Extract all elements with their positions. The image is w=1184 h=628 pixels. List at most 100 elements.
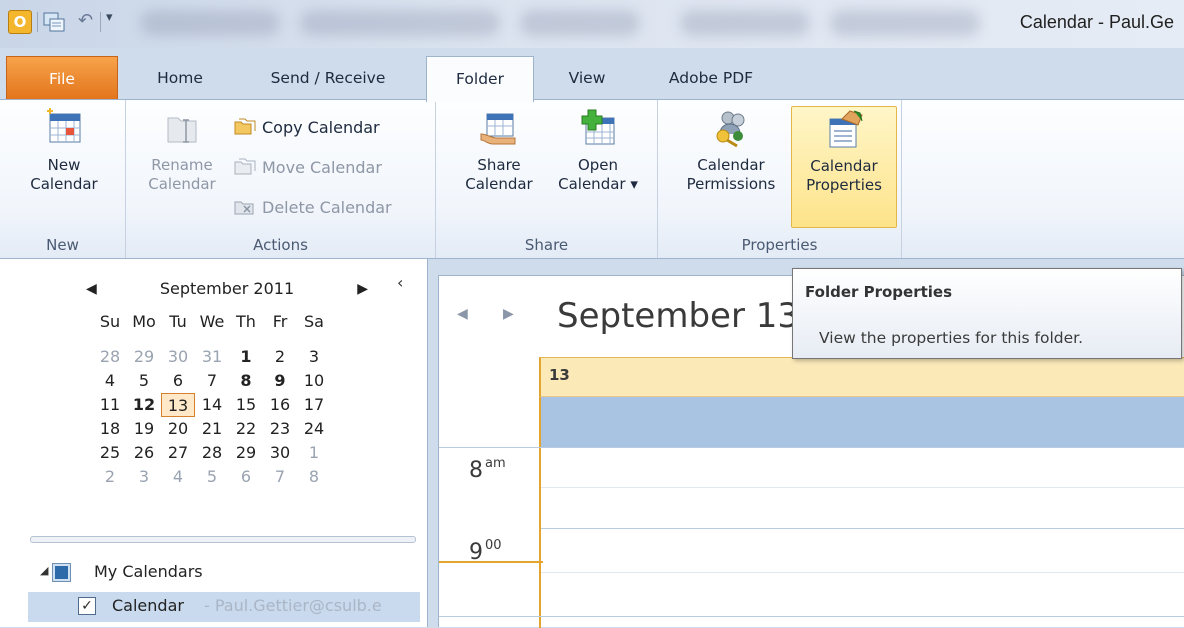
hour-gridline [541,528,1184,529]
calendar-day[interactable]: 1 [297,441,331,465]
next-month-icon[interactable]: ▶ [357,281,368,297]
tab-send-receive[interactable]: Send / Receive [248,56,408,100]
calendar-day[interactable]: 10 [297,369,331,393]
ribbon-group-actions: Rename Calendar Copy Calendar Move Calen… [126,100,436,258]
month-title: September 2011 [159,279,295,298]
calendar-day[interactable]: 30 [263,441,297,465]
calendar-day[interactable]: 22 [229,417,263,441]
calendar-day[interactable]: 6 [161,369,195,393]
tab-file[interactable]: File [6,56,118,100]
calendar-day[interactable]: 14 [195,393,229,417]
share-calendar-label-1: Share [477,156,521,174]
calendar-day[interactable]: 28 [93,345,127,369]
calendar-day[interactable]: 19 [127,417,161,441]
tab-home[interactable]: Home [140,56,220,100]
calendar-day[interactable]: 25 [93,441,127,465]
expand-triangle-icon[interactable]: ◢ [40,564,48,577]
calendar-day[interactable]: 1 [229,345,263,369]
group-label-new: New [46,236,79,254]
calendar-day[interactable]: 23 [263,417,297,441]
calendar-day[interactable]: 20 [161,417,195,441]
pane-splitter[interactable] [30,536,416,543]
rename-calendar-icon [162,108,202,148]
title-bar: O ↶ ▾ Calendar - Paul.Ge [0,0,1184,48]
window-title: Calendar - Paul.Ge [1019,12,1174,32]
ribbon-group-properties: Calendar Permissions Calendar Properties… [658,100,902,258]
new-calendar-button[interactable]: New Calendar [14,108,114,194]
calendar-day[interactable]: 21 [195,417,229,441]
calendar-day[interactable]: 7 [195,369,229,393]
calendar-day[interactable]: 26 [127,441,161,465]
calendar-day[interactable]: 4 [93,369,127,393]
hour-gridline [439,447,1184,448]
calendar-day[interactable]: 3 [127,465,161,489]
copy-folder-icon [234,118,256,136]
calendar-day[interactable]: 15 [229,393,263,417]
calendar-day[interactable]: 11 [93,393,127,417]
calendar-day[interactable]: 4 [161,465,195,489]
calendar-day[interactable]: 30 [161,345,195,369]
time-label-8am: 8 am [469,456,506,483]
delete-folder-icon [234,198,256,216]
forward-arrow-icon[interactable]: ▶ [503,306,514,322]
group-label-properties: Properties [741,236,818,254]
calendar-owner-email: - Paul.Gettier@csulb.e [204,596,382,615]
collapse-pane-icon[interactable]: ‹ [397,273,403,292]
calendar-day[interactable]: 9 [263,369,297,393]
day-number: 13 [549,366,570,384]
delete-calendar-button[interactable]: Delete Calendar [234,196,392,220]
share-calendar-icon [479,108,519,148]
calendar-day[interactable]: 2 [93,465,127,489]
back-arrow-icon[interactable]: ◀ [457,306,468,322]
calendar-day[interactable]: 18 [93,417,127,441]
calendar-permissions-button[interactable]: Calendar Permissions [670,108,792,194]
calendar-day[interactable]: 28 [195,441,229,465]
tab-view[interactable]: View [554,56,620,100]
calendar-day[interactable]: 2 [263,345,297,369]
customize-qat-icon[interactable]: ▾ [106,10,124,34]
calendar-day[interactable]: 29 [127,345,161,369]
calendar-day[interactable]: 8 [297,465,331,489]
calendar-checkbox[interactable]: ✓ [78,597,96,615]
calendar-day[interactable]: 5 [195,465,229,489]
rename-calendar-button[interactable]: Rename Calendar [134,108,230,194]
calendar-day[interactable]: 5 [127,369,161,393]
calendar-day[interactable]: 12 [127,393,161,417]
new-calendar-icon [44,108,84,148]
calendar-day[interactable]: 3 [297,345,331,369]
calendar-folder-item[interactable]: ✓ Calendar - Paul.Gettier@csulb.e [28,592,420,622]
calendar-day[interactable]: 16 [263,393,297,417]
calendar-day[interactable]: 29 [229,441,263,465]
outlook-app-icon[interactable]: O [8,10,32,34]
day-column-header[interactable]: 13 [539,357,1184,397]
share-calendar-button[interactable]: Share Calendar [450,108,548,194]
calendar-properties-icon [824,109,864,149]
calendar-properties-button[interactable]: Calendar Properties [791,106,897,228]
move-calendar-button[interactable]: Move Calendar [234,156,382,180]
calendar-day[interactable]: 7 [263,465,297,489]
calendar-day-selected[interactable]: 13 [161,393,195,417]
view-date-heading: September 13, [557,296,810,336]
tab-adobe-pdf[interactable]: Adobe PDF [650,56,772,100]
send-receive-all-icon[interactable] [42,10,66,34]
tab-folder[interactable]: Folder [426,56,534,102]
tooltip-title: Folder Properties [805,283,953,301]
undo-icon[interactable]: ↶ [78,10,98,34]
open-calendar-button[interactable]: Open Calendar ▾ [546,108,650,194]
copy-calendar-button[interactable]: Copy Calendar [234,116,380,140]
all-day-event-area[interactable] [539,397,1184,447]
weekday-label: Sa [304,312,324,331]
calendar-day[interactable]: 17 [297,393,331,417]
weekday-label: Th [236,312,256,331]
half-hour-gridline [541,572,1184,573]
ribbon-tabs: File Home Send / Receive Folder View Ado… [0,48,1184,102]
time-column-divider [539,447,541,628]
calendar-day[interactable]: 27 [161,441,195,465]
calendar-day[interactable]: 31 [195,345,229,369]
weekday-label: Tu [169,312,187,331]
delete-calendar-label: Delete Calendar [262,198,392,217]
calendar-day[interactable]: 8 [229,369,263,393]
weekday-label: Fr [272,312,288,331]
calendar-day[interactable]: 24 [297,417,331,441]
calendar-day[interactable]: 6 [229,465,263,489]
